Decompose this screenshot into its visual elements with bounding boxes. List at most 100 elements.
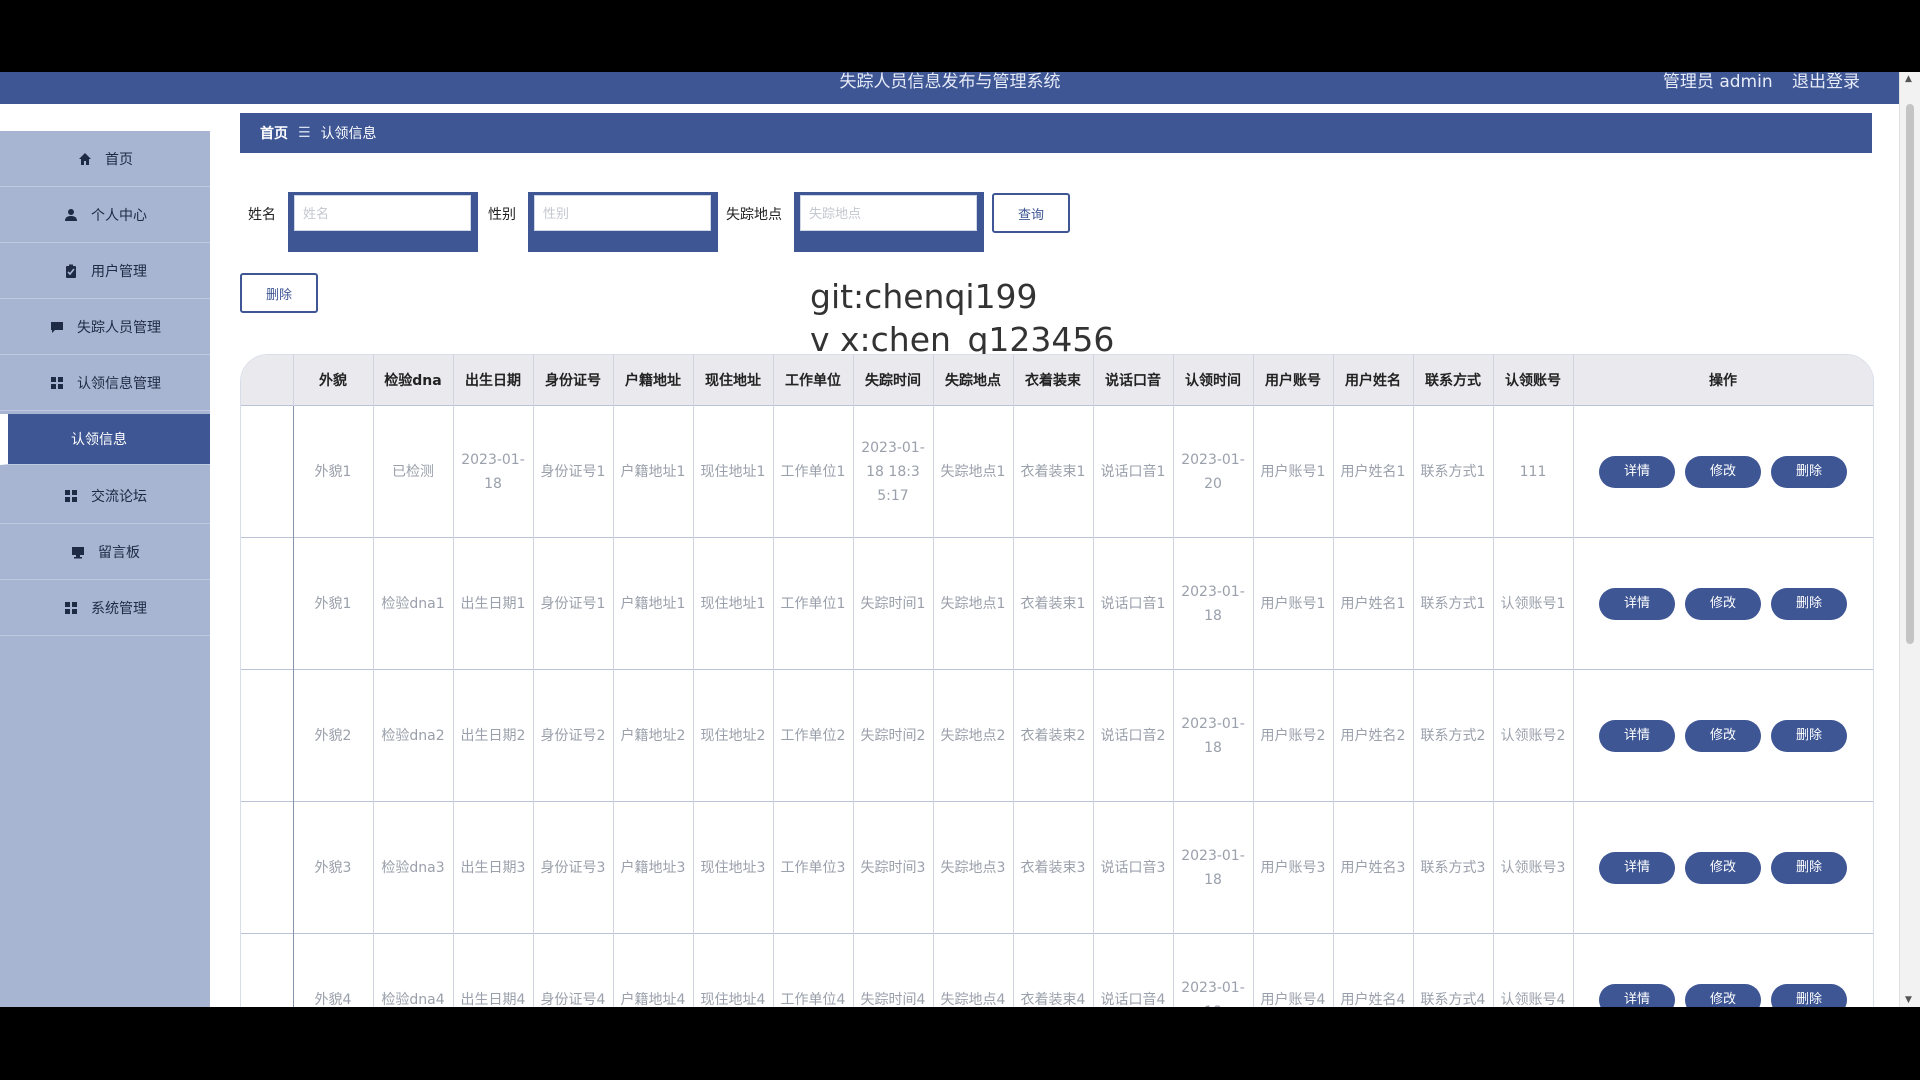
sidebar-item-label: 失踪人员管理 — [77, 319, 161, 336]
table-cell: 失踪时间1 — [853, 537, 934, 670]
table-cell: 检验dna1 — [373, 537, 454, 670]
delete-button[interactable]: 删除 — [1771, 983, 1847, 1007]
sidebar-item-message-board[interactable]: 留言板 — [0, 524, 210, 580]
table-cell: 工作单位2 — [773, 669, 854, 802]
name-input[interactable] — [294, 195, 471, 231]
table-cell: 外貌2 — [293, 669, 374, 802]
table-cell: 失踪地点4 — [933, 933, 1014, 1007]
scroll-up-icon[interactable]: ▲ — [1905, 74, 1912, 84]
sidebar-item-user-management[interactable]: 用户管理 — [0, 243, 210, 299]
column-header: 认领账号 — [1493, 355, 1574, 406]
breadcrumb-current: 认领信息 — [320, 126, 377, 142]
sidebar-item-personal-center[interactable]: 个人中心 — [0, 187, 210, 243]
table-cell: 衣着装束2 — [1013, 669, 1094, 802]
table-cell: 户籍地址3 — [613, 801, 694, 934]
edit-button[interactable]: 修改 — [1685, 455, 1761, 488]
table-cell: 用户账号2 — [1253, 669, 1334, 802]
table-cell: 联系方式4 — [1413, 933, 1494, 1007]
table-cell: 认领账号2 — [1493, 669, 1574, 802]
sidebar-item-label: 交流论坛 — [91, 488, 147, 505]
detail-button[interactable]: 详情 — [1599, 851, 1675, 884]
table-row: 外貌3 检验dna3 出生日期3 身份证号3 户籍地址3 现住地址3 工作单位3 失踪时间3 失… — [241, 801, 1873, 934]
table-body: 外貌1 已检测 2023-01-18 身份证号1 户籍地址1 现住地址1 工作单位1 2023… — [241, 405, 1873, 1007]
row-select-cell[interactable] — [241, 933, 294, 1007]
table-cell: 检验dna4 — [373, 933, 454, 1007]
edit-button[interactable]: 修改 — [1685, 983, 1761, 1007]
detail-button[interactable]: 详情 — [1599, 455, 1675, 488]
row-select-cell[interactable] — [241, 405, 294, 538]
row-select-cell[interactable] — [241, 669, 294, 802]
table-cell: 联系方式3 — [1413, 801, 1494, 934]
detail-button[interactable]: 详情 — [1599, 983, 1675, 1007]
watermark-line-1: git:chenqi199 — [810, 277, 1038, 316]
sidebar-item-label: 认领信息管理 — [77, 375, 161, 392]
query-button[interactable]: 查询 — [992, 193, 1070, 233]
table-cell: 户籍地址2 — [613, 669, 694, 802]
sidebar-item-system-management[interactable]: 系统管理 — [0, 580, 210, 636]
detail-button[interactable]: 详情 — [1599, 587, 1675, 620]
place-input-frame — [794, 192, 984, 252]
table-cell: 出生日期2 — [453, 669, 534, 802]
gender-field: 性别 — [488, 192, 718, 252]
place-input[interactable] — [800, 195, 977, 231]
name-label: 姓名 — [248, 207, 276, 223]
delete-button[interactable]: 删除 — [1771, 851, 1847, 884]
table-cell: 现住地址3 — [693, 801, 774, 934]
table-cell: 111 — [1493, 405, 1574, 538]
table-cell: 2023-01-18 — [1173, 933, 1254, 1007]
grid-icon — [63, 488, 79, 504]
detail-button[interactable]: 详情 — [1599, 719, 1675, 752]
scrollbar-thumb[interactable] — [1906, 104, 1914, 644]
table-cell: 衣着装束3 — [1013, 801, 1094, 934]
logout-link[interactable]: 退出登录 — [1792, 72, 1860, 92]
delete-button[interactable]: 删除 — [1771, 587, 1847, 620]
row-select-cell[interactable] — [241, 537, 294, 670]
chat-icon — [49, 319, 65, 335]
table-cell: 2023-01-18 18:35:17 — [853, 405, 934, 538]
sidebar: 首页 个人中心 用户管理 失踪人员管理 认领信息管理 认领信息 交流论坛 留言板… — [0, 131, 210, 1007]
table-cell: 认领账号4 — [1493, 933, 1574, 1007]
column-header: 失踪地点 — [933, 355, 1014, 406]
delete-button[interactable]: 删除 — [1771, 455, 1847, 488]
column-header: 户籍地址 — [613, 355, 694, 406]
sidebar-item-claim-management[interactable]: 认领信息管理 — [0, 355, 210, 411]
table-cell: 2023-01-18 — [1173, 669, 1254, 802]
sidebar-item-label: 首页 — [105, 151, 133, 168]
name-input-frame — [288, 192, 478, 252]
edit-button[interactable]: 修改 — [1685, 587, 1761, 620]
table-cell: 2023-01-18 — [1173, 801, 1254, 934]
breadcrumb-home[interactable]: 首页 — [260, 123, 288, 143]
table-cell: 失踪地点1 — [933, 405, 1014, 538]
sidebar-item-home[interactable]: 首页 — [0, 131, 210, 187]
table-cell: 用户姓名4 — [1333, 933, 1414, 1007]
table-row: 外貌1 已检测 2023-01-18 身份证号1 户籍地址1 现住地址1 工作单位1 2023… — [241, 405, 1873, 538]
table-cell: 外貌3 — [293, 801, 374, 934]
sidebar-item-forum[interactable]: 交流论坛 — [0, 468, 210, 524]
delete-button[interactable]: 删除 — [1771, 719, 1847, 752]
select-column-header — [241, 355, 294, 406]
breadcrumb: 首页 ☰ 认领信息 — [240, 113, 1872, 153]
table-cell: 现住地址2 — [693, 669, 774, 802]
page-scrollbar[interactable]: ▲ ▼ — [1899, 72, 1920, 1007]
column-header: 身份证号 — [533, 355, 614, 406]
sidebar-item-missing-persons[interactable]: 失踪人员管理 — [0, 299, 210, 355]
row-select-cell[interactable] — [241, 801, 294, 934]
gender-input[interactable] — [534, 195, 711, 231]
sidebar-item-label: 留言板 — [98, 544, 140, 561]
sidebar-item-claim-info[interactable]: 认领信息 — [0, 414, 210, 465]
sidebar-item-label: 用户管理 — [91, 263, 147, 280]
edit-button[interactable]: 修改 — [1685, 719, 1761, 752]
column-header: 用户账号 — [1253, 355, 1334, 406]
table-cell: 工作单位1 — [773, 537, 854, 670]
column-header: 检验dna — [373, 355, 454, 406]
edit-button[interactable]: 修改 — [1685, 851, 1761, 884]
column-header: 联系方式 — [1413, 355, 1494, 406]
table-row: 外貌4 检验dna4 出生日期4 身份证号4 户籍地址4 现住地址4 工作单位4 失踪时间4 失… — [241, 933, 1873, 1007]
table-cell: 户籍地址1 — [613, 537, 694, 670]
table-cell: 户籍地址4 — [613, 933, 694, 1007]
batch-delete-button[interactable]: 删除 — [240, 273, 318, 313]
person-icon — [63, 207, 79, 223]
scroll-down-icon[interactable]: ▼ — [1905, 995, 1912, 1005]
table-cell: 用户账号3 — [1253, 801, 1334, 934]
table-cell: 说话口音4 — [1093, 933, 1174, 1007]
